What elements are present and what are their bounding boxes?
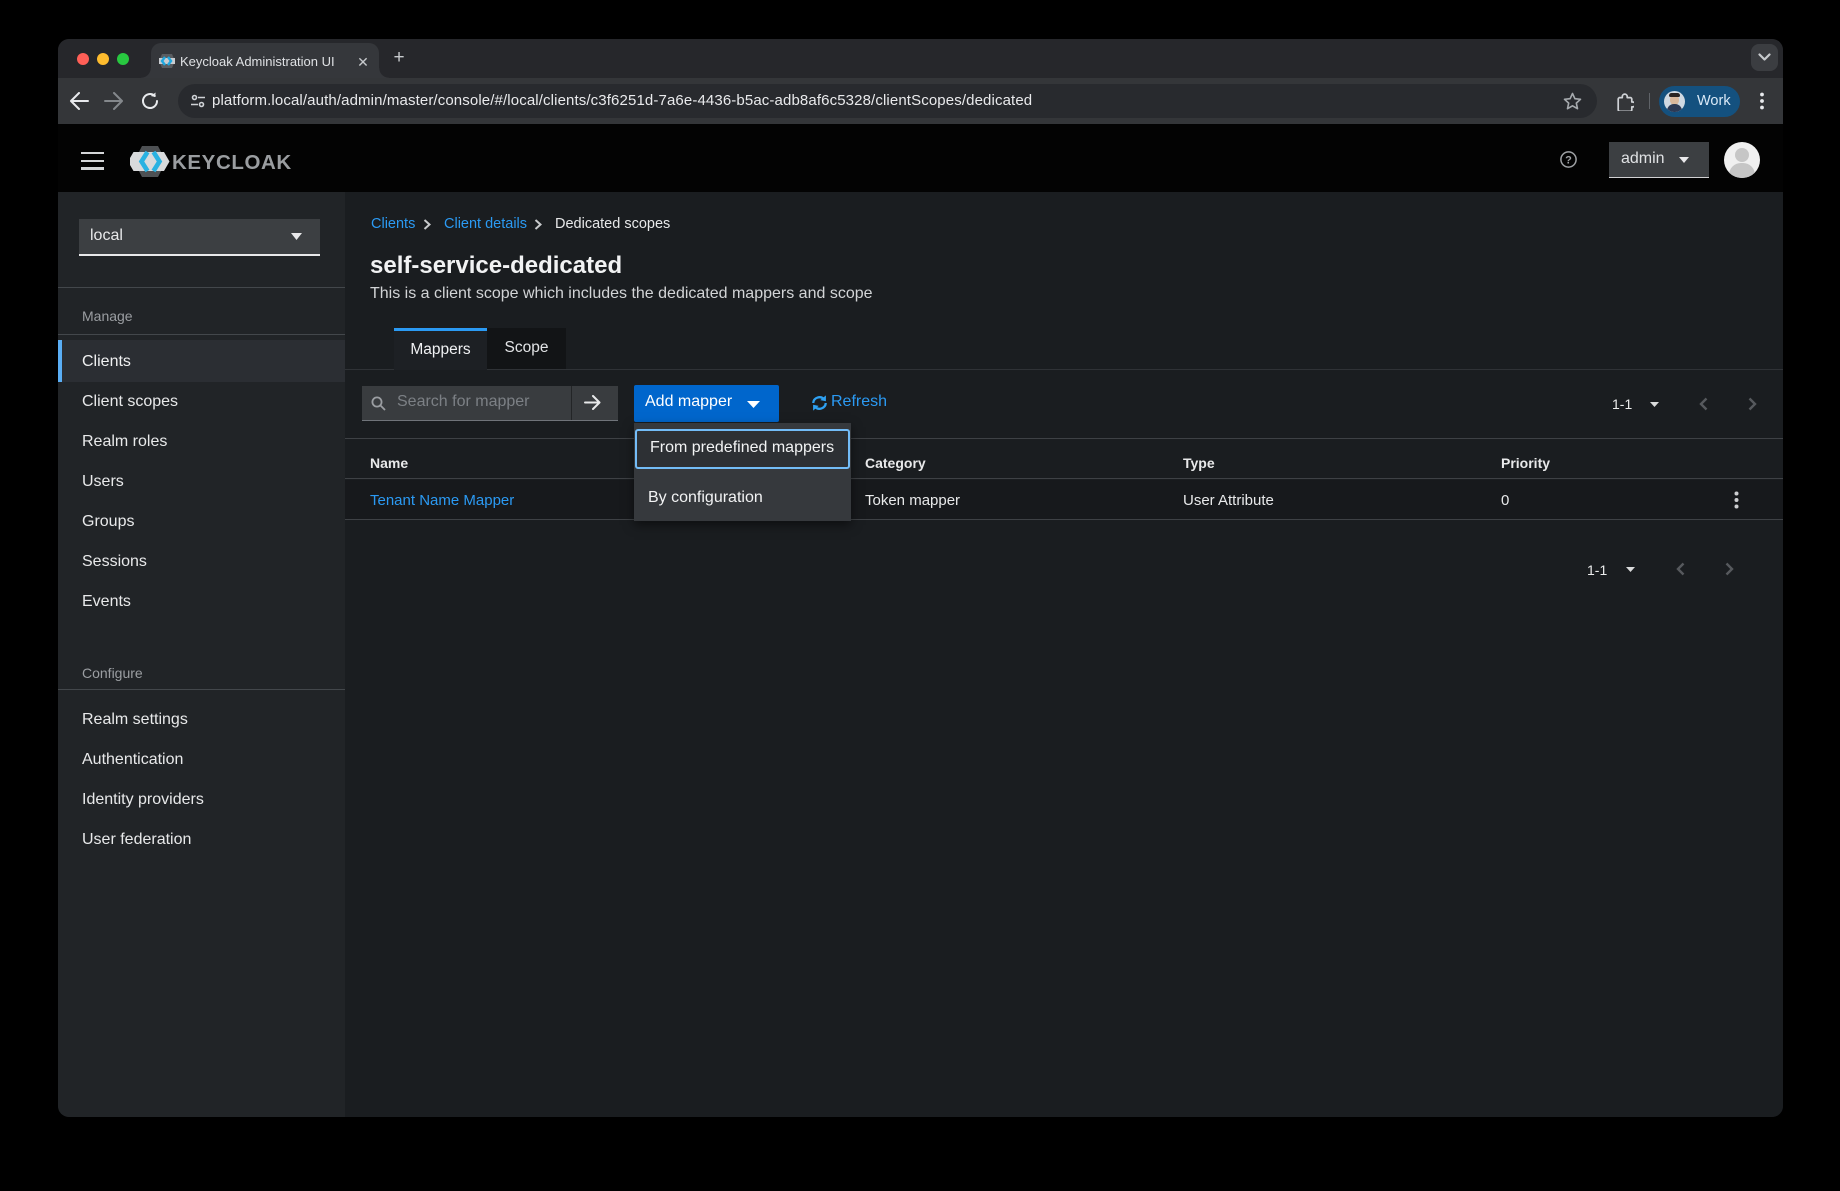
svg-text:?: ? xyxy=(1565,154,1572,166)
svg-text:KEYCLOAK: KEYCLOAK xyxy=(172,151,292,174)
